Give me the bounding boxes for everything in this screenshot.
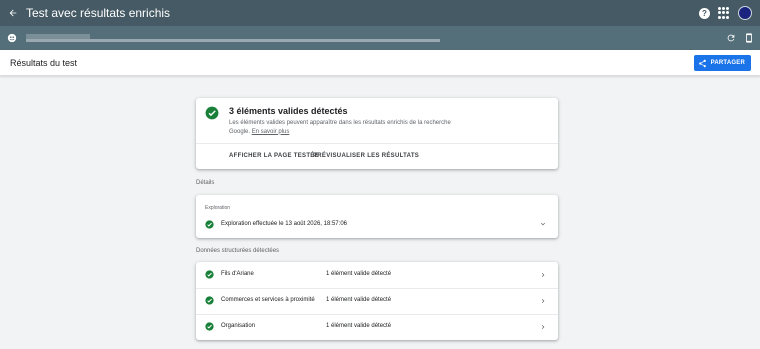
crawl-text: Exploration effectuée le 13 août 2026, 1… — [221, 221, 347, 227]
refresh-icon[interactable] — [726, 33, 736, 43]
page-title: Résultats du test — [10, 57, 78, 68]
item-status: 1 élément valide détecté — [326, 271, 392, 277]
check-circle-icon — [205, 220, 214, 229]
apps-grid-icon[interactable] — [718, 7, 730, 19]
avatar[interactable] — [738, 6, 752, 20]
item-name: Commerces et services à proximité — [221, 297, 315, 303]
learn-more-link[interactable]: En savoir plus — [252, 129, 290, 135]
list-item[interactable]: Organisation 1 élément valide détecté — [196, 314, 558, 340]
summary-description: Les éléments valides peuvent apparaître … — [229, 119, 464, 136]
share-label: PARTAGER — [710, 60, 745, 66]
arrow-back-icon — [9, 9, 17, 17]
preview-results-button[interactable]: PRÉVISUALISER LES RÉSULTATS — [313, 153, 419, 159]
item-status: 1 élément valide détecté — [326, 297, 392, 303]
chevron-right-icon — [541, 299, 545, 303]
app-title: Test avec résultats enrichis — [26, 6, 171, 20]
share-icon — [698, 59, 706, 67]
item-status: 1 élément valide détecté — [326, 323, 392, 329]
check-circle-icon — [205, 296, 214, 305]
share-button[interactable]: PARTAGER — [693, 55, 751, 71]
tested-url-field[interactable] — [26, 34, 440, 42]
list-item[interactable]: Commerces et services à proximité 1 élém… — [196, 288, 558, 314]
summary-title: 3 éléments valides détectés — [229, 106, 348, 116]
app-bar: Test avec résultats enrichis ? — [0, 0, 760, 26]
url-redacted — [26, 39, 440, 42]
check-circle-icon — [205, 106, 219, 120]
crawl-card[interactable]: Exploration Exploration effectuée le 13 … — [196, 195, 558, 238]
url-bar — [0, 26, 760, 50]
item-name: Organisation — [221, 323, 256, 329]
details-label: Détails — [196, 180, 215, 186]
item-name: Fils d'Ariane — [221, 271, 254, 277]
list-item[interactable]: Fils d'Ariane 1 élément valide détecté — [196, 262, 558, 288]
help-icon[interactable]: ? — [699, 7, 710, 19]
chevron-down-icon[interactable] — [539, 220, 547, 228]
chevron-right-icon — [541, 325, 545, 329]
crawl-heading: Exploration — [205, 205, 231, 211]
check-circle-icon — [205, 322, 214, 331]
globe-icon — [0, 26, 24, 50]
view-tested-page-button[interactable]: AFFICHER LA PAGE TESTÉE — [229, 153, 319, 159]
chevron-right-icon — [541, 273, 545, 277]
summary-card: 3 éléments valides détectés Les éléments… — [196, 98, 558, 169]
check-circle-icon — [205, 270, 214, 279]
results-header: Résultats du test PARTAGER — [0, 50, 760, 76]
divider — [196, 143, 558, 144]
structured-data-card: Fils d'Ariane 1 élément valide détecté C… — [196, 262, 558, 340]
structured-data-label: Données structurées détectées — [196, 248, 280, 254]
back-button[interactable] — [0, 0, 26, 26]
smartphone-icon[interactable] — [744, 32, 754, 44]
